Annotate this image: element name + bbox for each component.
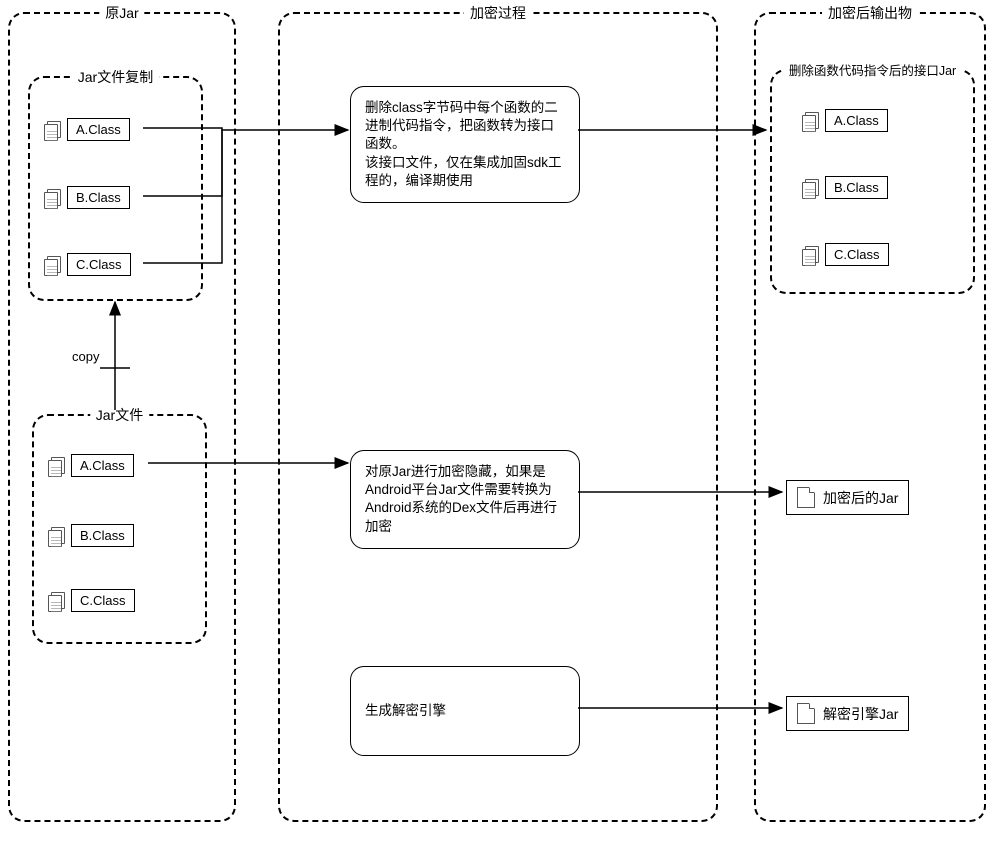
left-column-panel: 原Jar Jar文件复制 A.Class B.Class C.Class cop…: [8, 12, 236, 822]
output-interface-jar-title: 删除函数代码指令后的接口Jar: [783, 60, 962, 79]
process-decrypt-engine: 生成解密引擎: [350, 666, 580, 756]
output-decrypt-engine-jar-label: 解密引擎Jar: [823, 704, 898, 724]
file-icon: [48, 591, 66, 611]
mid-column-panel: 加密过程 删除class字节码中每个函数的二进制代码指令，把函数转为接口函数。 …: [278, 12, 718, 822]
output-class-row: C.Class: [802, 243, 889, 266]
document-icon: [797, 487, 815, 508]
jar-class-row: A.Class: [48, 454, 134, 477]
file-icon: [44, 188, 62, 208]
jar-file-title: Jar文件: [90, 405, 149, 425]
output-encrypted-jar: 加密后的Jar: [786, 480, 909, 515]
class-label: C.Class: [825, 243, 889, 266]
process-encrypt-jar: 对原Jar进行加密隐藏，如果是Android平台Jar文件需要转换为Androi…: [350, 450, 580, 549]
file-icon: [48, 456, 66, 476]
output-encrypted-jar-label: 加密后的Jar: [823, 488, 898, 508]
diagram-root: 原Jar Jar文件复制 A.Class B.Class C.Class cop…: [0, 0, 1000, 846]
copy-label: copy: [72, 349, 99, 364]
class-label: A.Class: [67, 118, 130, 141]
jar-copy-panel: Jar文件复制 A.Class B.Class C.Class: [28, 76, 203, 301]
output-decrypt-engine-jar: 解密引擎Jar: [786, 696, 909, 731]
jar-copy-title: Jar文件复制: [72, 67, 159, 87]
class-label: B.Class: [71, 524, 134, 547]
jar-class-row: C.Class: [48, 589, 135, 612]
class-label: B.Class: [825, 176, 888, 199]
file-icon: [44, 120, 62, 140]
class-label: B.Class: [67, 186, 130, 209]
copy-class-row: A.Class: [44, 118, 130, 141]
output-class-row: B.Class: [802, 176, 888, 199]
copy-class-row: B.Class: [44, 186, 130, 209]
class-label: C.Class: [71, 589, 135, 612]
right-column-panel: 加密后输出物 删除函数代码指令后的接口Jar A.Class B.Class C…: [754, 12, 986, 822]
process-delete-instructions: 删除class字节码中每个函数的二进制代码指令，把函数转为接口函数。 该接口文件…: [350, 86, 580, 203]
jar-class-row: B.Class: [48, 524, 134, 547]
output-class-row: A.Class: [802, 109, 888, 132]
document-icon: [797, 703, 815, 724]
class-label: A.Class: [71, 454, 134, 477]
jar-file-panel: Jar文件 A.Class B.Class C.Class: [32, 414, 207, 644]
mid-column-title: 加密过程: [464, 3, 532, 23]
right-column-title: 加密后输出物: [822, 3, 918, 23]
file-icon: [802, 245, 820, 265]
file-icon: [802, 178, 820, 198]
class-label: A.Class: [825, 109, 888, 132]
output-interface-jar-panel: 删除函数代码指令后的接口Jar A.Class B.Class C.Class: [770, 69, 975, 294]
file-icon: [48, 526, 66, 546]
copy-class-row: C.Class: [44, 253, 131, 276]
left-column-title: 原Jar: [99, 3, 144, 23]
file-icon: [802, 111, 820, 131]
file-icon: [44, 255, 62, 275]
class-label: C.Class: [67, 253, 131, 276]
